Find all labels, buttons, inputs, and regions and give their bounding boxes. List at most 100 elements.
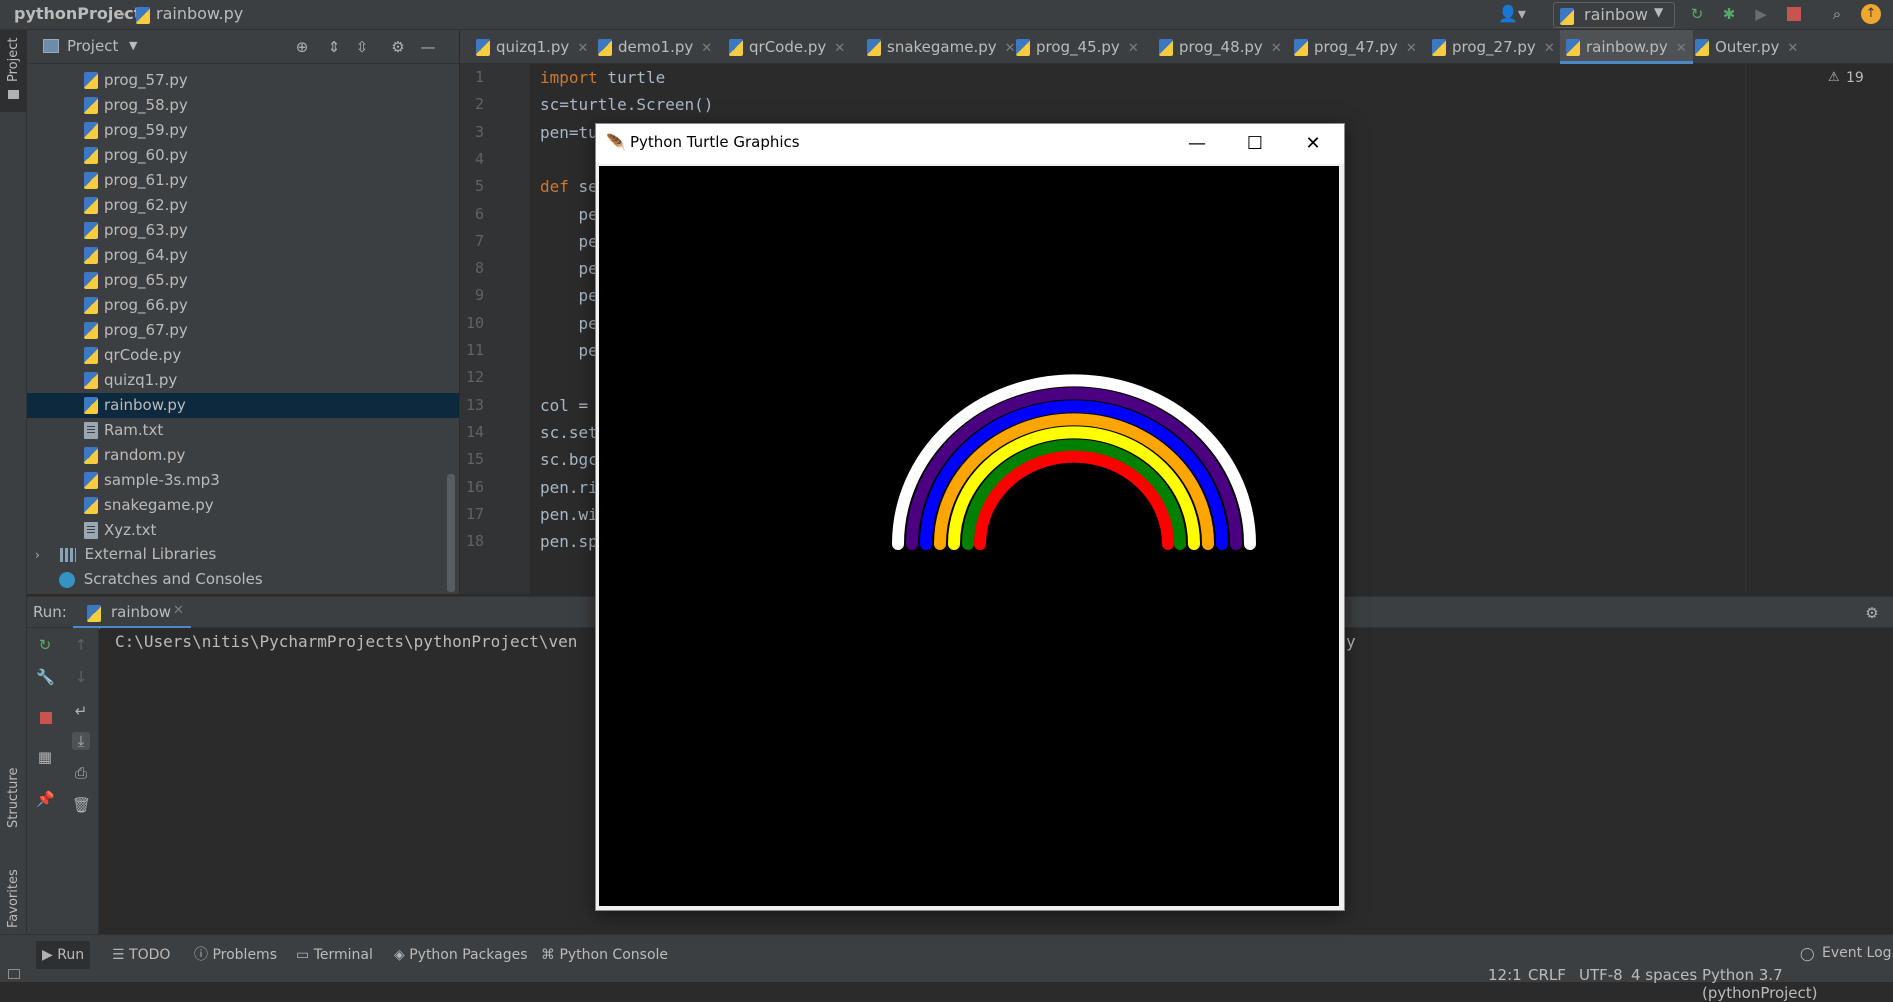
print-icon[interactable]: ⎙ — [72, 764, 90, 782]
gear-icon[interactable]: ⚙ — [389, 38, 407, 56]
tree-item[interactable]: snakegame.py — [27, 493, 459, 518]
tree-item[interactable]: prog_60.py — [27, 143, 459, 168]
wrench-icon[interactable]: 🔧 — [36, 668, 55, 686]
tree-item[interactable]: qrCode.py — [27, 343, 459, 368]
tree-item[interactable]: prog_57.py — [27, 68, 459, 93]
arrow-up-icon[interactable]: ↑ — [72, 636, 90, 654]
bottom-tool-tab[interactable]: ⓘ Problems — [188, 941, 283, 969]
close-icon[interactable]: ✕ — [1128, 41, 1139, 56]
locate-icon[interactable]: ⊕ — [293, 38, 311, 56]
editor-tab[interactable]: snakegame.py ✕ — [861, 30, 1022, 64]
maximize-button[interactable]: ☐ — [1226, 124, 1284, 164]
line-number: 6 — [474, 204, 484, 223]
hide-icon[interactable]: — — [419, 38, 437, 56]
turtle-canvas[interactable] — [599, 166, 1339, 906]
bottom-tool-tab[interactable]: ⌘ Python Console — [535, 941, 674, 969]
tree-item[interactable]: prog_61.py — [27, 168, 459, 193]
tree-item[interactable]: prog_58.py — [27, 93, 459, 118]
stop-icon[interactable] — [40, 712, 52, 724]
tree-item[interactable]: prog_64.py — [27, 243, 459, 268]
tree-item[interactable]: prog_66.py — [27, 293, 459, 318]
editor-tab[interactable]: prog_47.py ✕ — [1288, 30, 1423, 64]
layout-toggle-icon[interactable] — [8, 969, 20, 979]
close-icon[interactable]: ✕ — [1676, 41, 1687, 56]
bottom-tool-tab[interactable]: ☰ TODO — [106, 941, 176, 969]
tree-item[interactable]: Xyz.txt — [27, 518, 459, 543]
search-icon[interactable]: ⌕ — [1828, 5, 1846, 23]
tree-item-scratches[interactable]: Scratches and Consoles — [27, 567, 459, 592]
tree-item[interactable]: prog_65.py — [27, 268, 459, 293]
arrow-down-icon[interactable]: ↓ — [72, 668, 90, 686]
editor-tab[interactable]: Outer.py ✕ — [1689, 30, 1804, 64]
debug-icon[interactable]: ✱ — [1720, 5, 1738, 23]
bottom-tool-tab[interactable]: ◈ Python Packages — [388, 941, 534, 969]
editor-tab[interactable]: prog_48.py ✕ — [1153, 30, 1288, 64]
close-icon[interactable]: ✕ — [1406, 41, 1417, 56]
tree-item-external-libraries[interactable]: › External Libraries — [27, 542, 459, 567]
line-separator[interactable]: CRLF — [1528, 966, 1566, 984]
close-icon[interactable]: ✕ — [701, 41, 712, 56]
tree-item[interactable]: prog_59.py — [27, 118, 459, 143]
tree-scrollbar[interactable] — [447, 474, 455, 592]
editor-tab[interactable]: quizq1.py ✕ — [470, 30, 594, 64]
tree-item[interactable]: prog_63.py — [27, 218, 459, 243]
gear-icon[interactable]: ⚙ — [1863, 604, 1881, 622]
soft-wrap-icon[interactable]: ↵ — [72, 702, 90, 720]
chevron-down-icon[interactable]: ▼ — [129, 39, 137, 52]
bottom-tool-tab[interactable]: ▭ Terminal — [290, 941, 379, 969]
cursor-position[interactable]: 12:1 — [1488, 966, 1522, 984]
user-icon[interactable]: 👤▾ — [1498, 4, 1532, 26]
project-tool-tab[interactable]: Project — [0, 30, 27, 112]
structure-tool-tab[interactable]: Structure — [0, 740, 27, 850]
run-config-select[interactable]: rainbow ▼ — [1553, 2, 1675, 28]
close-icon[interactable]: ✕ — [1271, 41, 1282, 56]
editor-tab[interactable]: demo1.py ✕ — [592, 30, 718, 64]
scroll-to-end-icon[interactable]: ⤓ — [72, 732, 90, 750]
tree-item[interactable]: prog_62.py — [27, 193, 459, 218]
python-icon — [1560, 8, 1574, 25]
warning-icon[interactable]: ⚠ — [1828, 70, 1840, 85]
stop-icon[interactable] — [1787, 7, 1801, 21]
trash-icon[interactable]: 🗑 — [72, 796, 91, 814]
close-icon[interactable]: ✕ — [173, 603, 184, 618]
warning-count[interactable]: 19 — [1846, 70, 1864, 86]
tree-item[interactable]: random.py — [27, 443, 459, 468]
rerun-icon[interactable]: ↻ — [1688, 5, 1706, 23]
turtle-graphics-window[interactable]: 🪶 Python Turtle Graphics — ☐ ✕ — [595, 123, 1345, 911]
rerun-icon[interactable]: ↻ — [36, 636, 54, 654]
editor-tab-label: prog_48.py — [1179, 38, 1263, 56]
editor-tab[interactable]: rainbow.py ✕ — [1560, 30, 1693, 64]
breadcrumb-file[interactable]: rainbow.py — [156, 0, 243, 30]
bottom-tool-tab-label: TODO — [129, 947, 171, 963]
turtle-window-titlebar[interactable]: 🪶 Python Turtle Graphics — ☐ ✕ — [596, 124, 1344, 164]
close-icon[interactable]: ✕ — [1787, 41, 1798, 56]
collapse-all-icon[interactable]: ⇳ — [353, 38, 371, 56]
run-tab-rainbow[interactable]: rainbow ✕ — [73, 597, 191, 629]
close-icon[interactable]: ✕ — [1544, 41, 1555, 56]
update-icon[interactable]: ↑ — [1861, 4, 1881, 24]
tree-item[interactable]: sample-3s.mp3 — [27, 468, 459, 493]
code-line: pe — [540, 228, 598, 255]
editor-tab[interactable]: prog_45.py ✕ — [1010, 30, 1145, 64]
tree-item[interactable]: rainbow.py — [27, 393, 459, 418]
expand-all-icon[interactable]: ⇕ — [325, 38, 343, 56]
pin-icon[interactable]: 📌 — [36, 790, 55, 808]
bottom-tool-tab[interactable]: ▶ Run — [36, 941, 91, 969]
editor-tab[interactable]: prog_27.py ✕ — [1426, 30, 1561, 64]
tree-item[interactable]: prog_67.py — [27, 318, 459, 343]
editor-tab[interactable]: qrCode.py ✕ — [723, 30, 851, 64]
event-log-button[interactable]: Event Log — [1822, 945, 1892, 961]
indent-setting[interactable]: 4 spaces — [1631, 966, 1697, 984]
code-line: pe — [540, 201, 598, 228]
close-icon[interactable]: ✕ — [577, 41, 588, 56]
tree-item[interactable]: quizq1.py — [27, 368, 459, 393]
close-button[interactable]: ✕ — [1284, 124, 1342, 164]
tree-item[interactable]: Ram.txt — [27, 418, 459, 443]
coverage-icon[interactable]: ▶ — [1752, 5, 1770, 23]
file-encoding[interactable]: UTF-8 — [1579, 966, 1623, 984]
minimize-button[interactable]: — — [1168, 124, 1226, 164]
layout-icon[interactable]: ▦ — [36, 748, 54, 766]
python-interpreter[interactable]: Python 3.7 (pythonProject) — [1702, 966, 1893, 1002]
close-icon[interactable]: ✕ — [834, 41, 845, 56]
project-view-label[interactable]: Project — [67, 37, 118, 55]
